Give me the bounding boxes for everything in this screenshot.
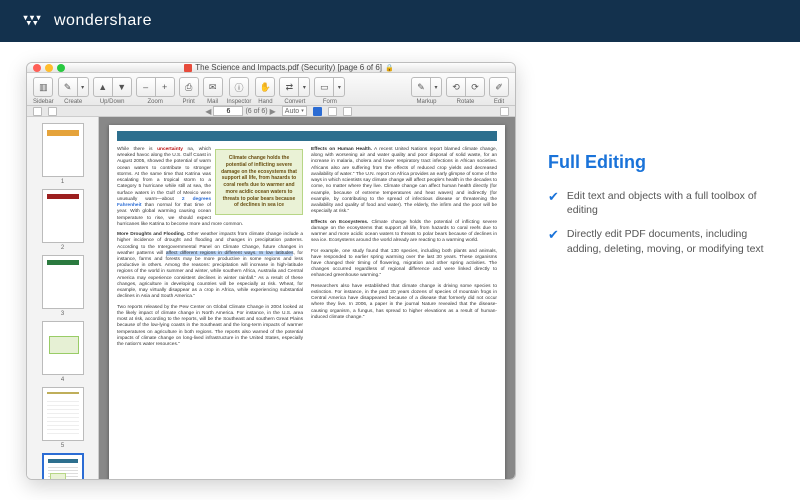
para[interactable]: Effects on Human Health. A recent United… (311, 147, 497, 216)
para[interactable]: For example, one study found that 130 sp… (311, 249, 497, 280)
page-canvas: Climate change holds the potential of in… (109, 125, 505, 480)
pdf-file-icon (184, 64, 192, 72)
zoom-selector[interactable]: Auto ▾ (282, 106, 307, 116)
chevron-down-icon: ▾ (301, 108, 304, 114)
markup-dropdown-icon[interactable]: ▾ (430, 77, 442, 97)
tool-mail: ✉ Mail (203, 77, 223, 105)
markup-icon[interactable]: ✎ (411, 77, 431, 97)
inspector-icon[interactable]: ⓘ (229, 77, 249, 97)
check-icon: ✔ (548, 190, 559, 203)
tool-updown: ▲ ▼ Up/Down (93, 77, 132, 105)
page-header-band (117, 131, 497, 141)
current-page-input[interactable] (213, 106, 243, 116)
rotate-left-icon[interactable]: ⟲ (446, 77, 466, 97)
tool-create: ✎ ▾ Create (58, 77, 89, 105)
tool-markup: ✎ ▾ Markup (411, 77, 442, 105)
text-selection: affect different regions in different wa… (166, 251, 294, 256)
callout-box[interactable]: Climate change holds the potential of in… (215, 149, 303, 215)
para[interactable]: Effects on Ecosystems. Climate change ho… (311, 220, 497, 245)
form-icon[interactable]: ▭ (314, 77, 334, 97)
mail-icon[interactable]: ✉ (203, 77, 223, 97)
print-icon[interactable]: ⎙ (179, 77, 199, 97)
para[interactable]: More Droughts and Flooding. Other weathe… (117, 232, 303, 301)
tool-sidebar: ▥ Sidebar (33, 77, 54, 105)
tool-convert: ⇄ ▾ Convert (279, 77, 310, 105)
feature-panel: Full Editing ✔ Edit text and objects wit… (548, 152, 774, 256)
feature-item: ✔ Edit text and objects with a full tool… (548, 189, 774, 217)
tool-print: ⎙ Print (179, 77, 199, 105)
tool-zoom: – + Zoom (136, 77, 175, 105)
window-traffic-lights (33, 64, 65, 72)
pdf-editor-window: The Science and Impacts.pdf (Security) [… (26, 62, 516, 480)
convert-icon[interactable]: ⇄ (279, 77, 299, 97)
arrow-up-icon[interactable]: ▲ (93, 77, 113, 97)
tool-rotate: ⟲ ⟳ Rotate (446, 77, 485, 105)
thumb-3[interactable]: 3 (42, 255, 84, 317)
feature-title: Full Editing (548, 152, 774, 173)
edit-icon[interactable]: ✐ (489, 77, 509, 97)
zoom-out-icon[interactable]: – (136, 77, 156, 97)
app-content: 1 2 3 4 5 6 Climate change holds the pot… (27, 117, 515, 480)
page-view[interactable]: Climate change holds the potential of in… (99, 117, 515, 480)
hand-icon[interactable]: ✋ (255, 77, 275, 97)
thumbs-toggle-icon[interactable] (33, 107, 42, 116)
thumb-4[interactable]: 4 (42, 321, 84, 383)
window-titlebar: The Science and Impacts.pdf (Security) [… (27, 63, 515, 73)
text-tool-icon[interactable] (313, 107, 322, 116)
list-toggle-icon[interactable] (48, 107, 57, 116)
page-navigator: ◀ (6 of 6) ▶ (205, 106, 276, 116)
para[interactable]: Two reports released by the Pew Center o… (117, 305, 303, 349)
lock-icon: 🔒 (385, 64, 394, 72)
para[interactable]: Researchers also have established that c… (311, 284, 497, 321)
page-total-label: (6 of 6) (245, 108, 267, 115)
convert-dropdown-icon[interactable]: ▾ (298, 77, 310, 97)
col-right: Effects on Human Health. A recent United… (311, 147, 497, 480)
feature-list: ✔ Edit text and objects with a full tool… (548, 189, 774, 256)
brand-logo: wondershare (20, 12, 152, 30)
document-tabbar: ◀ (6 of 6) ▶ Auto ▾ (27, 106, 515, 117)
brand-bar: wondershare (0, 0, 800, 42)
feature-item: ✔ Directly edit PDF documents, including… (548, 227, 774, 255)
window-title: The Science and Impacts.pdf (Security) [… (69, 63, 509, 72)
thumb-5[interactable]: 5 (42, 387, 84, 449)
tool-inspector: ⓘ Inspector (227, 77, 252, 105)
create-icon[interactable]: ✎ (58, 77, 78, 97)
thumb-1[interactable]: 1 (42, 123, 84, 185)
toolbar: ▥ Sidebar ✎ ▾ Create ▲ ▼ Up/Down – (27, 73, 515, 106)
thumb-2[interactable]: 2 (42, 189, 84, 251)
form-dropdown-icon[interactable]: ▾ (333, 77, 345, 97)
image-tool-icon[interactable] (328, 107, 337, 116)
col-left: Climate change holds the potential of in… (117, 147, 303, 480)
search-icon[interactable] (500, 107, 509, 116)
tool-hand: ✋ Hand (255, 77, 275, 105)
thumb-6[interactable]: 6 (42, 453, 84, 480)
tool-form: ▭ ▾ Form (314, 77, 345, 105)
zoom-in-icon[interactable]: + (155, 77, 175, 97)
rotate-right-icon[interactable]: ⟳ (465, 77, 485, 97)
close-icon[interactable] (33, 64, 41, 72)
thumbnail-sidebar: 1 2 3 4 5 6 (27, 117, 99, 480)
zoom-window-icon[interactable] (57, 64, 65, 72)
sidebar-icon[interactable]: ▥ (33, 77, 53, 97)
arrow-down-icon[interactable]: ▼ (112, 77, 132, 97)
tool-edit: ✐ Edit (489, 77, 509, 105)
wondershare-logo-icon (20, 13, 46, 29)
brand-name: wondershare (54, 12, 152, 30)
check-icon: ✔ (548, 228, 559, 241)
page-prev-icon[interactable]: ◀ (205, 107, 211, 116)
create-dropdown-icon[interactable]: ▾ (77, 77, 89, 97)
minimize-icon[interactable] (45, 64, 53, 72)
object-tool-icon[interactable] (343, 107, 352, 116)
page-next-icon[interactable]: ▶ (270, 107, 276, 116)
